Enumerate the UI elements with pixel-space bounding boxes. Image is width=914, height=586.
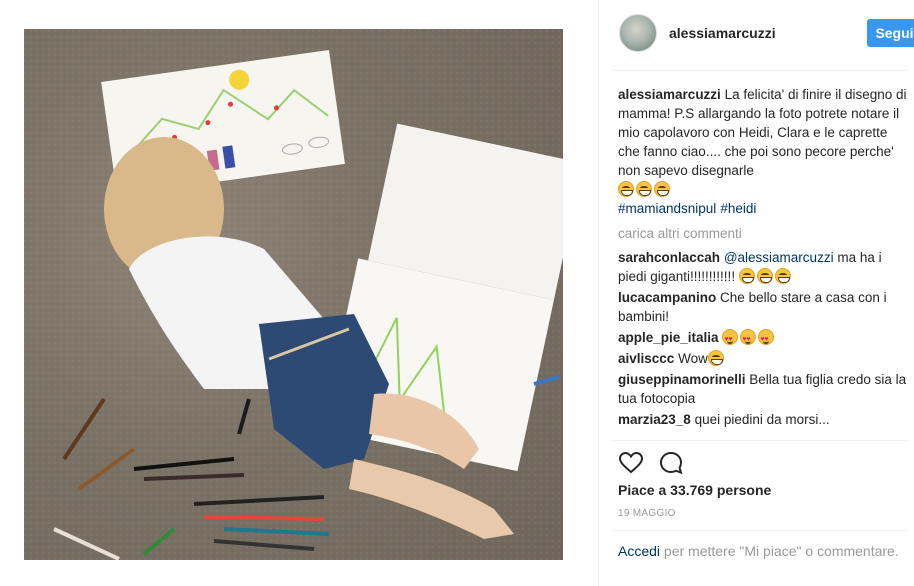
comment-username[interactable]: giuseppinamorinelli (618, 372, 746, 387)
login-prompt-text: per mettere "Mi piace" o commentare. (660, 543, 899, 559)
comment-text: quei piedini da morsi... (694, 412, 830, 427)
heart-eyes-emoji-icon (740, 329, 757, 349)
actions-divider (612, 440, 908, 441)
comment-icon[interactable] (658, 450, 684, 476)
heart-eyes-emoji-icon (722, 329, 739, 349)
post-actions (618, 450, 908, 476)
post-date: 19 MAGGIO (618, 508, 676, 519)
comment-text: Wow (678, 351, 708, 366)
hashtag-link[interactable]: #mamiandsnipul (618, 201, 716, 216)
comment-username[interactable]: apple_pie_italia (618, 330, 719, 345)
comment: sarahconlaccah @alessiamarcuzzi ma ha i … (618, 248, 908, 286)
comment: giuseppinamorinelli Bella tua figlia cre… (618, 370, 908, 408)
grinning-sweat-emoji-icon (774, 268, 791, 284)
caption-username[interactable]: alessiamarcuzzi (618, 87, 721, 102)
login-prompt: Accedi per mettere "Mi piace" o commenta… (618, 542, 908, 561)
hashtag-link[interactable]: #heidi (720, 201, 756, 216)
avatar[interactable] (619, 14, 657, 52)
comment: lucacampanino Che bello stare a casa con… (618, 288, 908, 326)
caption: alessiamarcuzzi La felicita' di finire i… (618, 85, 908, 199)
load-more-comments[interactable]: carica altri commenti (618, 224, 908, 243)
heart-icon[interactable] (618, 450, 644, 476)
login-link[interactable]: Accedi (618, 543, 660, 559)
comment-username[interactable]: aivlisccc (618, 351, 674, 366)
comment-username[interactable]: sarahconlaccah (618, 250, 720, 265)
comment: apple_pie_italia (618, 328, 908, 349)
grinning-sweat-emoji-icon (618, 181, 634, 197)
likes-count[interactable]: Piace a 33.769 persone (618, 482, 771, 498)
comment-username[interactable]: marzia23_8 (618, 412, 691, 427)
post-header: alessiamarcuzzi Segui (619, 14, 914, 54)
comment: marzia23_8 quei piedini da morsi... (618, 410, 908, 429)
grinning-sweat-emoji-icon (654, 181, 670, 197)
hashtags: #mamiandsnipul #heidi (618, 199, 908, 218)
comments-section: alessiamarcuzzi La felicita' di finire i… (618, 85, 908, 431)
header-divider (612, 70, 908, 71)
comment-username[interactable]: lucacampanino (618, 290, 716, 305)
grinning-sweat-emoji-icon (756, 268, 773, 284)
panel-divider (598, 0, 599, 586)
post-photo[interactable] (24, 29, 563, 560)
heart-eyes-emoji-icon (758, 329, 775, 349)
grinning-sweat-emoji-icon (707, 350, 724, 366)
grinning-sweat-emoji-icon (636, 181, 652, 197)
instagram-post: alessiamarcuzzi Segui alessiamarcuzzi La… (0, 0, 914, 586)
footer-divider (612, 530, 908, 531)
comment-mention[interactable]: @alessiamarcuzzi (724, 250, 834, 265)
follow-button[interactable]: Segui (867, 19, 914, 47)
photo-illustration (24, 29, 563, 560)
header-username[interactable]: alessiamarcuzzi (669, 25, 776, 41)
grinning-sweat-emoji-icon (738, 268, 755, 284)
comment: aivlisccc Wow (618, 349, 908, 368)
